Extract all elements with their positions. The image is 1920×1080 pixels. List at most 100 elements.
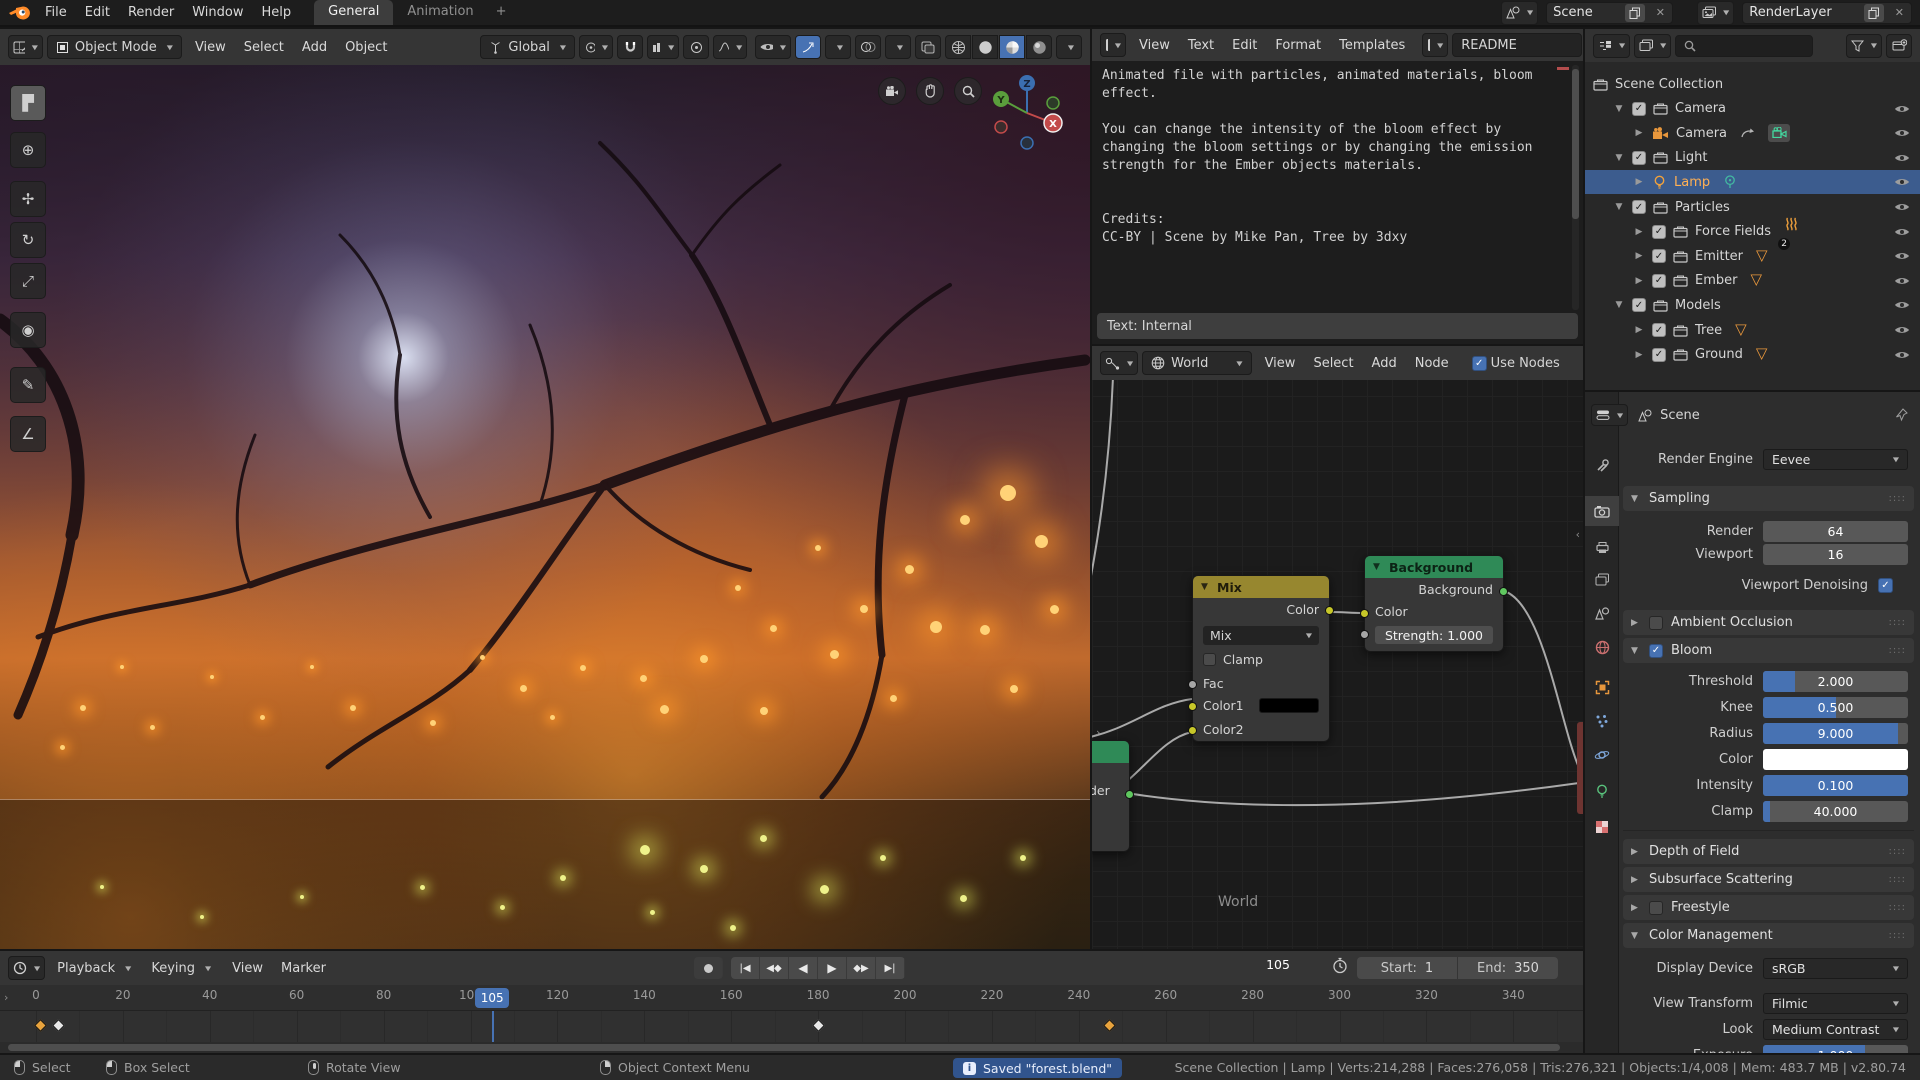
text-menu-edit[interactable]: Edit: [1223, 34, 1266, 57]
outliner-row-camera[interactable]: ▶Camera: [1585, 121, 1920, 145]
view-transform-dropdown[interactable]: Filmic▼: [1763, 993, 1908, 1014]
viewport-menu-select[interactable]: Select: [235, 36, 293, 59]
xray-toggle-icon[interactable]: [915, 35, 941, 59]
mix-clamp-checkbox[interactable]: [1203, 653, 1216, 666]
nav-tab-scene-icon[interactable]: [1585, 598, 1619, 628]
outliner-row-camera[interactable]: ▼✓Camera: [1585, 97, 1920, 121]
outliner-checkbox[interactable]: ✓: [1652, 348, 1666, 362]
visibility-eye-icon[interactable]: [1894, 350, 1910, 360]
region-expand-right-icon[interactable]: ‹: [1576, 528, 1580, 541]
viewport-samples-field[interactable]: 16: [1763, 544, 1908, 565]
visibility-eye-icon[interactable]: [1894, 300, 1910, 310]
editor-type-3d-icon[interactable]: ▼: [8, 35, 43, 59]
play-button[interactable]: ▶: [818, 957, 847, 979]
freestyle-checkbox[interactable]: [1649, 901, 1663, 915]
expand-icon[interactable]: ▶: [1633, 350, 1645, 360]
text-content[interactable]: Animated file with particles, animated m…: [1102, 67, 1563, 247]
collapse-icon[interactable]: ▼: [1613, 104, 1625, 114]
blender-logo-icon[interactable]: [8, 5, 30, 22]
new-collection-icon[interactable]: [1886, 34, 1912, 58]
keyframe-diamond[interactable]: [1103, 1019, 1116, 1032]
gizmo-dropdown[interactable]: ▼: [825, 35, 851, 59]
outliner-checkbox[interactable]: ✓: [1632, 200, 1646, 214]
render-layer-unlink-icon[interactable]: ✕: [1890, 6, 1909, 19]
timeline-tracks[interactable]: [0, 1011, 1583, 1042]
visibility-eye-icon[interactable]: [1894, 227, 1910, 237]
outliner-row-models[interactable]: ▼✓Models: [1585, 293, 1920, 317]
visibility-eye-icon[interactable]: [1894, 276, 1910, 286]
sampling-panel-header[interactable]: ▼Sampling::::: [1623, 486, 1914, 511]
current-frame-badge[interactable]: 105: [475, 988, 509, 1008]
viewport-menu-add[interactable]: Add: [293, 36, 336, 59]
overlays-dropdown[interactable]: ▼: [885, 35, 911, 59]
shading-wireframe-icon[interactable]: [945, 35, 971, 59]
mode-dropdown[interactable]: Object Mode▼: [47, 35, 182, 59]
mix-color2-input-socket[interactable]: [1188, 726, 1197, 735]
nav-tab-physics-icon[interactable]: [1585, 740, 1619, 770]
nav-tab-data-icon[interactable]: [1585, 776, 1619, 806]
tool-move[interactable]: ✢: [10, 181, 46, 217]
pin-icon[interactable]: [1895, 408, 1908, 422]
shading-material-icon[interactable]: [999, 35, 1025, 59]
nav-tab-render-icon[interactable]: [1585, 496, 1619, 526]
render-layer-name-field[interactable]: RenderLayer ✕: [1742, 2, 1912, 24]
outliner-checkbox[interactable]: ✓: [1632, 151, 1646, 165]
background-output-socket[interactable]: [1499, 587, 1508, 596]
outliner-checkbox[interactable]: ✓: [1632, 102, 1646, 116]
node-menu-node[interactable]: Node: [1406, 352, 1458, 375]
outliner-row-light[interactable]: ▼✓Light: [1585, 146, 1920, 170]
visibility-eye-icon[interactable]: [1894, 325, 1910, 335]
render-engine-dropdown[interactable]: Eevee▼: [1763, 449, 1908, 470]
overlays-toggle-icon[interactable]: [855, 35, 881, 59]
workspace-tab-animation[interactable]: Animation: [393, 0, 487, 25]
outliner-display-mode-dropdown[interactable]: ▼: [1634, 34, 1671, 58]
text-scrollbar[interactable]: [1572, 65, 1579, 310]
keying-dropdown[interactable]: Keying▼: [143, 956, 219, 980]
look-dropdown[interactable]: Medium Contrast▼: [1763, 1019, 1908, 1040]
text-browse-icon[interactable]: ▼: [1422, 33, 1448, 57]
keyframe-diamond[interactable]: [812, 1019, 825, 1032]
editor-type-properties-icon[interactable]: ▼: [1591, 404, 1628, 426]
frame-end-field[interactable]: End:350: [1458, 957, 1558, 979]
shading-dropdown[interactable]: ▼: [1056, 35, 1082, 59]
display-device-dropdown[interactable]: sRGB▼: [1763, 958, 1908, 979]
bloom-panel-header[interactable]: ▼✓Bloom::::: [1623, 638, 1914, 663]
workspace-tab-general[interactable]: General: [314, 0, 393, 25]
visibility-eye-icon[interactable]: [1894, 153, 1910, 163]
zoom-view-icon[interactable]: [954, 77, 982, 105]
menu-render[interactable]: Render: [119, 1, 183, 24]
menu-edit[interactable]: Edit: [76, 1, 119, 24]
expand-icon[interactable]: ▶: [1633, 276, 1645, 286]
world-output-node-partial[interactable]: [1577, 722, 1583, 814]
tool-cursor[interactable]: ⊕: [10, 132, 46, 168]
outliner-checkbox[interactable]: ✓: [1632, 298, 1646, 312]
expand-icon[interactable]: ▶: [1633, 177, 1645, 187]
scene-browse-icon[interactable]: ▼: [1501, 1, 1538, 25]
add-workspace-button[interactable]: +: [488, 0, 515, 25]
bloom-intensity-slider[interactable]: 0.100: [1763, 775, 1908, 796]
next-keyframe-button[interactable]: ◆▶: [847, 957, 876, 979]
render-layer-browse-icon[interactable]: ▼: [1697, 1, 1734, 25]
partial-shader-node[interactable]: der: [1092, 740, 1130, 852]
outliner-row-particles[interactable]: ▼✓Particles: [1585, 195, 1920, 219]
nav-tab-output-icon[interactable]: [1585, 532, 1619, 562]
tool-rotate[interactable]: ↻: [10, 222, 46, 258]
tool-select-box[interactable]: ▛: [10, 85, 46, 121]
world-datablock-dropdown[interactable]: World▼: [1142, 351, 1251, 375]
jump-to-end-button[interactable]: ▶|: [876, 957, 905, 979]
freestyle-panel-header[interactable]: ▶Freestyle::::: [1623, 895, 1914, 920]
mix-node-header[interactable]: ▼Mix: [1193, 576, 1329, 598]
timeline-expand-icon[interactable]: ›: [4, 991, 8, 1004]
ambient-occlusion-checkbox[interactable]: [1649, 616, 1663, 630]
nav-tab-viewlayer-icon[interactable]: [1585, 564, 1619, 594]
bloom-threshold-slider[interactable]: 2.000: [1763, 671, 1908, 692]
background-strength-field[interactable]: Strength: 1.000: [1375, 626, 1493, 644]
bloom-color-swatch[interactable]: [1763, 749, 1908, 770]
nav-tab-tool-icon[interactable]: [1585, 450, 1619, 480]
editor-type-outliner-icon[interactable]: ▼: [1593, 34, 1630, 58]
expand-icon[interactable]: ▶: [1633, 227, 1645, 237]
subsurface-scattering-panel-header[interactable]: ▶Subsurface Scattering::::: [1623, 867, 1914, 892]
editor-type-text-icon[interactable]: ▼: [1100, 33, 1126, 57]
render-samples-field[interactable]: 64: [1763, 521, 1908, 542]
snap-toggle-icon[interactable]: [617, 35, 643, 59]
